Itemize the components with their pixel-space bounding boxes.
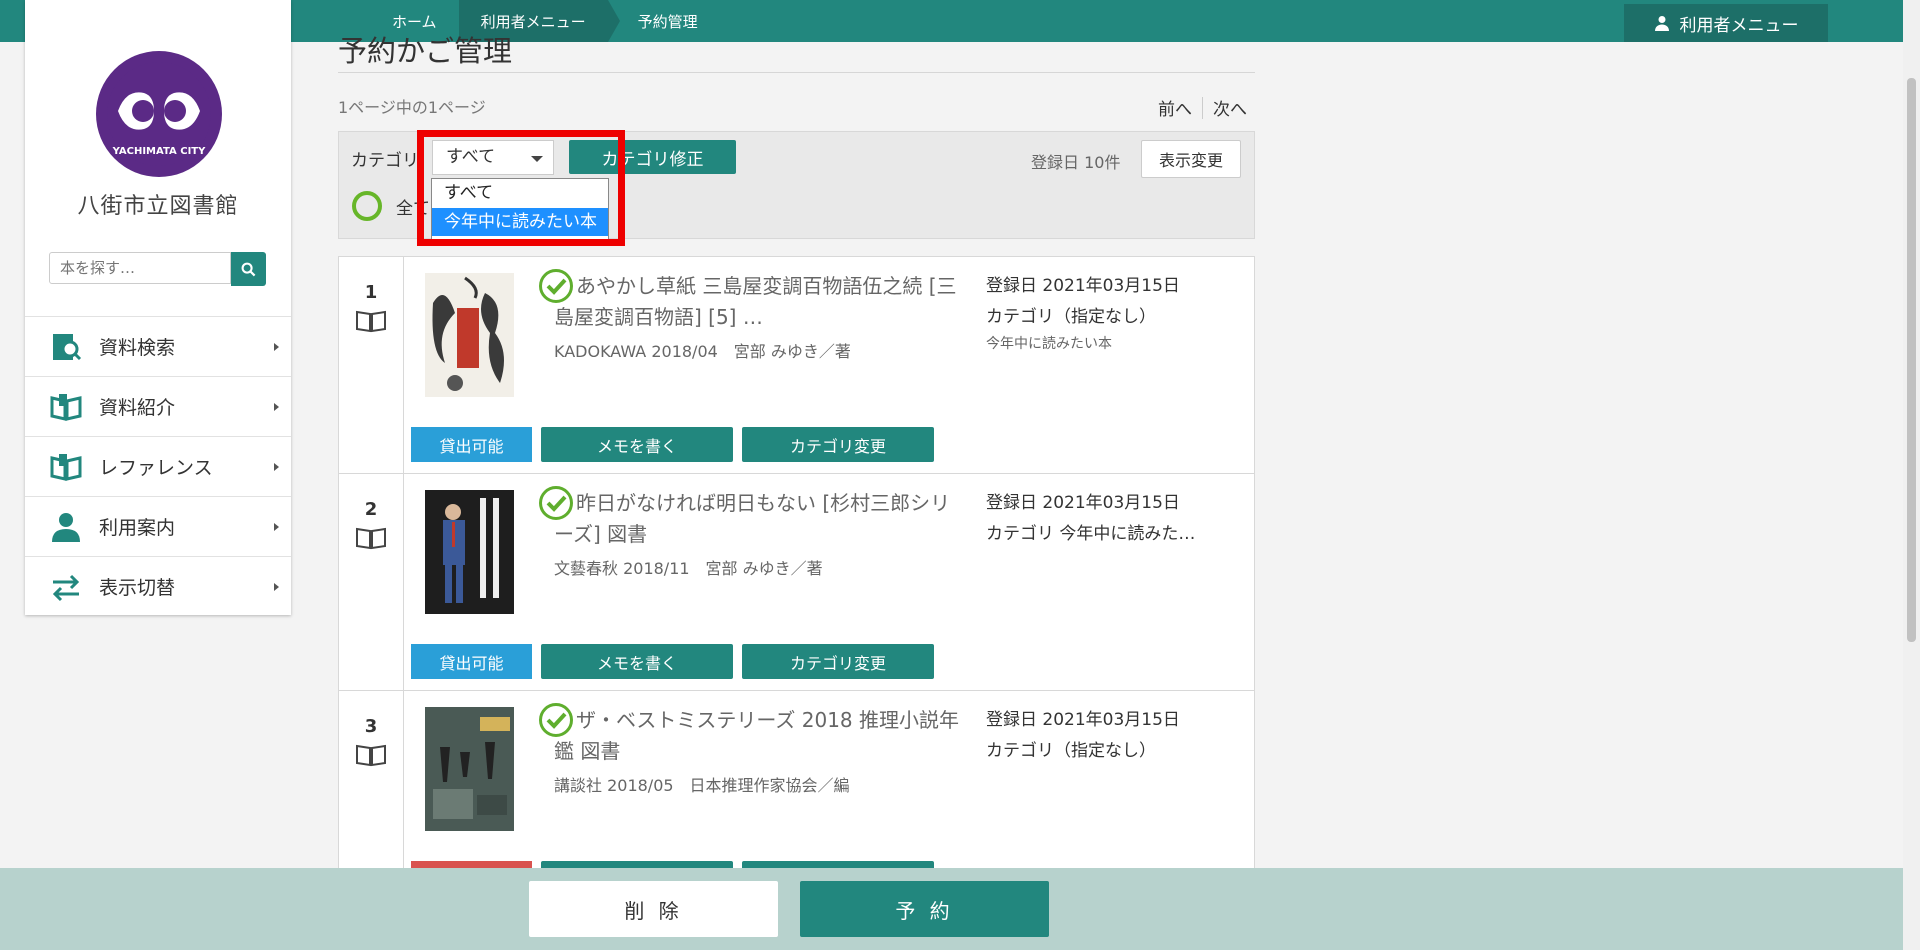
book-title-link[interactable]: あやかし草紙 三島屋変調百物語伍之続 [三島屋変調百物語] [5] … xyxy=(554,271,959,333)
select-all-checkbox[interactable] xyxy=(352,191,382,221)
sidebar: YACHIMATA CITY 八街市立図書館 資料検索 資料紹介 レファレンス … xyxy=(25,0,291,615)
reserve-button[interactable]: 予 約 xyxy=(800,881,1049,937)
write-memo-button[interactable]: メモを書く xyxy=(541,427,733,462)
book-category: カテゴリ 今年中に読みた… xyxy=(986,524,1196,544)
search-icon xyxy=(241,262,256,276)
search-box xyxy=(49,252,266,286)
prev-page-link[interactable]: 前へ xyxy=(1158,95,1192,120)
logo-text: YACHIMATA CITY xyxy=(112,146,207,157)
caret-right-icon xyxy=(274,583,279,591)
person-icon xyxy=(52,512,80,542)
scrollbar-thumb[interactable] xyxy=(1907,78,1916,642)
row-number: 1 xyxy=(364,282,378,303)
caret-right-icon xyxy=(274,463,279,471)
write-memo-button[interactable]: メモを書く xyxy=(541,644,733,679)
open-book-icon xyxy=(50,393,82,421)
caret-right-icon xyxy=(274,343,279,351)
display-change-button[interactable]: 表示変更 xyxy=(1141,140,1241,178)
page-title: 予約かご管理 xyxy=(338,34,513,68)
book-publisher: KADOKAWA 2018/04 宮部 みゆき／著 xyxy=(554,342,851,361)
book-meta: 登録日 2021年03月15日 カテゴリ（指定なし） xyxy=(986,705,1180,767)
book-cover-image[interactable] xyxy=(425,490,514,614)
category-change-button[interactable]: カテゴリ変更 xyxy=(742,427,934,462)
user-icon xyxy=(1654,16,1669,31)
registered-date: 登録日 2021年03月15日 xyxy=(986,493,1180,513)
sidebar-item-display-switch[interactable]: 表示切替 xyxy=(25,556,291,616)
sidebar-item-label: 資料紹介 xyxy=(99,397,176,419)
pager: 前へ 次へ xyxy=(1158,95,1247,120)
book-icon xyxy=(356,527,386,550)
book-cover-image[interactable] xyxy=(425,273,514,397)
city-logo[interactable]: YACHIMATA CITY xyxy=(96,51,222,177)
sidebar-item-label: 利用案内 xyxy=(99,517,176,539)
book-note: 今年中に読みたい本 xyxy=(986,336,1112,352)
row-actions: 貸出可能 メモを書く カテゴリ変更 xyxy=(411,644,934,679)
highlight-box xyxy=(417,130,625,246)
status-badge: 貸出可能 xyxy=(411,427,532,462)
status-badge: 貸出可能 xyxy=(411,644,532,679)
caret-right-icon xyxy=(274,523,279,531)
caret-right-icon xyxy=(274,403,279,411)
book-meta: 登録日 2021年03月15日 カテゴリ 今年中に読みた… xyxy=(986,488,1195,550)
open-book-icon xyxy=(50,453,82,481)
registered-date: 登録日 2021年03月15日 xyxy=(986,276,1180,296)
row-number-col: 1 xyxy=(339,257,404,473)
search-doc-icon xyxy=(53,333,82,360)
book-cover-image[interactable] xyxy=(425,707,514,831)
divider xyxy=(1202,96,1203,119)
breadcrumb-reservation: 予約管理 xyxy=(637,12,698,31)
vertical-scrollbar[interactable] xyxy=(1903,0,1920,950)
row-number-col: 2 xyxy=(339,474,404,690)
sidebar-item-search[interactable]: 資料検索 xyxy=(25,316,291,376)
row-number: 3 xyxy=(364,716,378,737)
list-item: 2 昨日がなければ明日もない [杉村三郎シリーズ] 図書 文藝春秋 2018/1… xyxy=(339,474,1254,691)
book-meta: 登録日 2021年03月15日 カテゴリ（指定なし） 今年中に読みたい本 xyxy=(986,271,1180,355)
book-publisher: 講談社 2018/05 日本推理作家協会／編 xyxy=(554,776,850,795)
list-item: 1 あやかし草紙 三島屋変調百物語伍之続 [三島屋変調百物語] [5] … KA… xyxy=(339,257,1254,474)
page-info: 1ページ中の1ページ xyxy=(338,98,486,117)
row-actions: 貸出可能 メモを書く カテゴリ変更 xyxy=(411,427,934,462)
sidebar-item-introduction[interactable]: 資料紹介 xyxy=(25,376,291,436)
sidebar-item-guide[interactable]: 利用案内 xyxy=(25,496,291,556)
sidebar-item-reference[interactable]: レファレンス xyxy=(25,436,291,496)
user-menu-label: 利用者メニュー xyxy=(1679,15,1799,36)
reservation-list: 1 あやかし草紙 三島屋変調百物語伍之続 [三島屋変調百物語] [5] … KA… xyxy=(338,256,1255,936)
switch-arrows-icon xyxy=(52,574,80,601)
sidebar-item-label: 資料検索 xyxy=(99,337,176,359)
category-label: カテゴリ xyxy=(351,151,419,171)
sidebar-nav: 資料検索 資料紹介 レファレンス 利用案内 表示切替 xyxy=(25,316,291,616)
next-page-link[interactable]: 次へ xyxy=(1213,95,1247,120)
book-category: カテゴリ（指定なし） xyxy=(986,307,1156,327)
user-menu-button[interactable]: 利用者メニュー xyxy=(1624,4,1828,42)
sort-info: 登録日 10件 xyxy=(1031,153,1121,172)
book-icon xyxy=(356,310,386,333)
registered-date: 登録日 2021年03月15日 xyxy=(986,710,1180,730)
sidebar-item-label: レファレンス xyxy=(99,457,213,479)
search-button[interactable] xyxy=(231,252,266,286)
sidebar-item-label: 表示切替 xyxy=(99,577,176,599)
divider xyxy=(338,72,1255,73)
row-number: 2 xyxy=(364,499,378,520)
library-name: 八街市立図書館 xyxy=(77,194,239,219)
delete-button[interactable]: 削 除 xyxy=(529,881,778,937)
category-change-button[interactable]: カテゴリ変更 xyxy=(742,644,934,679)
book-category: カテゴリ（指定なし） xyxy=(986,741,1156,761)
book-icon xyxy=(356,744,386,767)
book-publisher: 文藝春秋 2018/11 宮部 みゆき／著 xyxy=(554,559,823,578)
book-title-link[interactable]: ザ・ベストミステリーズ 2018 推理小説年鑑 図書 xyxy=(554,705,959,767)
book-title-link[interactable]: 昨日がなければ明日もない [杉村三郎シリーズ] 図書 xyxy=(554,488,959,550)
search-input[interactable] xyxy=(49,252,231,284)
